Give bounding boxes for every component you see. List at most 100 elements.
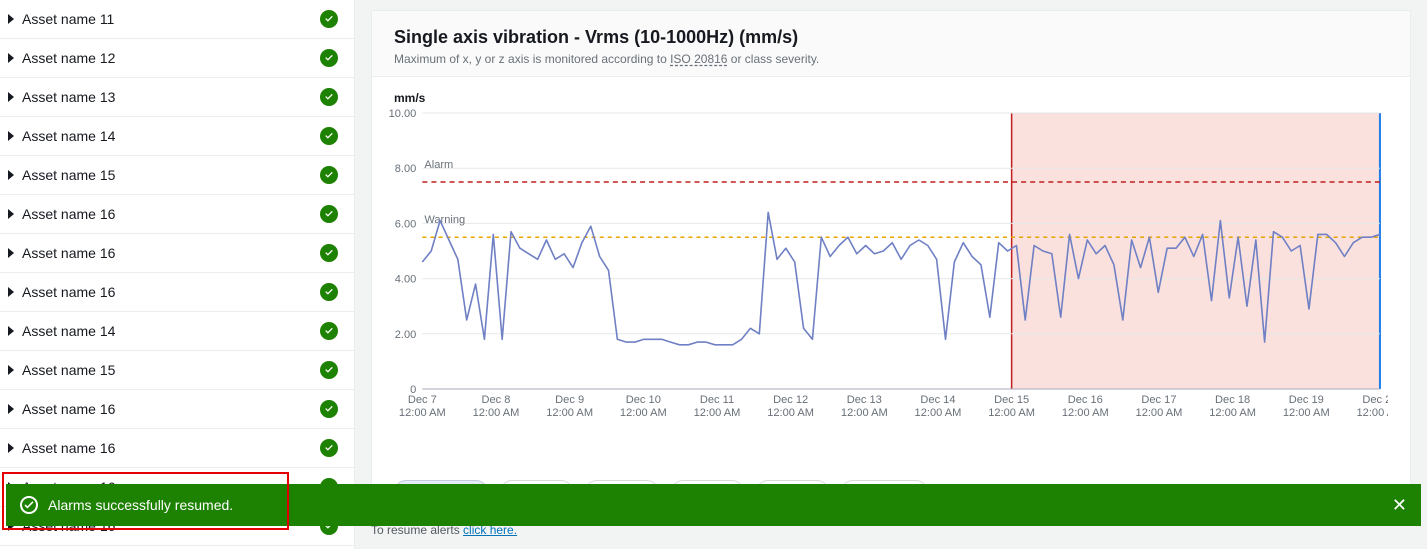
toast-message: Alarms successfully resumed. <box>48 497 233 513</box>
asset-row[interactable]: Asset name 15 <box>0 156 354 195</box>
status-ok-icon <box>320 283 338 301</box>
asset-name: Asset name 16 <box>22 245 115 261</box>
asset-row-left: Asset name 14 <box>8 323 115 339</box>
asset-row-left: Asset name 16 <box>8 284 115 300</box>
asset-name: Asset name 12 <box>22 50 115 66</box>
svg-text:Dec 16: Dec 16 <box>1068 394 1103 406</box>
asset-row-left: Asset name 16 <box>8 401 115 417</box>
svg-text:Dec 17: Dec 17 <box>1141 394 1176 406</box>
caret-right-icon <box>8 287 14 297</box>
svg-text:12:00 AM: 12:00 AM <box>399 407 446 419</box>
asset-row[interactable]: Asset name 16 <box>0 273 354 312</box>
svg-text:Dec 20: Dec 20 <box>1362 394 1388 406</box>
status-ok-icon <box>320 10 338 28</box>
svg-text:Dec 14: Dec 14 <box>920 394 955 406</box>
asset-name: Asset name 15 <box>22 362 115 378</box>
asset-row[interactable]: Asset name 14 <box>0 312 354 351</box>
asset-row[interactable]: Asset name 16 <box>0 234 354 273</box>
asset-name: Asset name 15 <box>22 167 115 183</box>
svg-text:Dec 19: Dec 19 <box>1289 394 1324 406</box>
caret-right-icon <box>8 326 14 336</box>
svg-text:8.00: 8.00 <box>395 163 417 175</box>
asset-row-left: Asset name 15 <box>8 362 115 378</box>
svg-text:2.00: 2.00 <box>395 329 417 341</box>
caret-right-icon <box>8 92 14 102</box>
check-circle-icon <box>20 496 38 514</box>
svg-text:4.00: 4.00 <box>395 274 417 286</box>
svg-text:12:00 AM: 12:00 AM <box>1062 407 1109 419</box>
asset-row[interactable]: Asset name 16 <box>0 429 354 468</box>
asset-row-left: Asset name 15 <box>8 167 115 183</box>
panel-subtitle: Maximum of x, y or z axis is monitored a… <box>394 52 1388 66</box>
iso-link[interactable]: ISO 20816 <box>670 52 727 66</box>
subtitle-pre: Maximum of x, y or z axis is monitored a… <box>394 52 670 66</box>
main-content: Single axis vibration - Vrms (10-1000Hz)… <box>355 0 1427 549</box>
svg-text:12:00 AM: 12:00 AM <box>546 407 593 419</box>
svg-text:Dec 7: Dec 7 <box>408 394 437 406</box>
asset-row-left: Asset name 12 <box>8 50 115 66</box>
caret-right-icon <box>8 131 14 141</box>
success-toast: Alarms successfully resumed. ✕ <box>6 484 1421 526</box>
asset-row[interactable]: Asset name 12 <box>0 39 354 78</box>
subtitle-post: or class severity. <box>727 52 819 66</box>
caret-right-icon <box>8 404 14 414</box>
status-ok-icon <box>320 244 338 262</box>
chart-area: mm/s 02.004.006.008.0010.00AlarmWarningD… <box>372 77 1410 476</box>
asset-name: Asset name 14 <box>22 323 115 339</box>
svg-text:12:00 AM: 12:00 AM <box>1357 407 1388 419</box>
asset-row[interactable]: Asset name 15 <box>0 351 354 390</box>
asset-name: Asset name 14 <box>22 128 115 144</box>
svg-text:12:00 AM: 12:00 AM <box>767 407 814 419</box>
svg-text:12:00 AM: 12:00 AM <box>841 407 888 419</box>
svg-text:Alarm: Alarm <box>424 159 453 171</box>
caret-right-icon <box>8 53 14 63</box>
asset-row-left: Asset name 11 <box>8 11 114 27</box>
svg-text:6.00: 6.00 <box>395 218 417 230</box>
svg-text:Dec 15: Dec 15 <box>994 394 1029 406</box>
svg-text:Dec 10: Dec 10 <box>626 394 661 406</box>
asset-name: Asset name 16 <box>22 284 115 300</box>
asset-row[interactable]: Asset name 13 <box>0 78 354 117</box>
svg-text:12:00 AM: 12:00 AM <box>915 407 962 419</box>
svg-text:Dec 18: Dec 18 <box>1215 394 1250 406</box>
svg-text:12:00 AM: 12:00 AM <box>1209 407 1256 419</box>
asset-row-left: Asset name 16 <box>8 206 115 222</box>
asset-row[interactable]: Asset name 11 <box>0 0 354 39</box>
caret-right-icon <box>8 443 14 453</box>
asset-row[interactable]: Asset name 14 <box>0 117 354 156</box>
y-axis-label: mm/s <box>394 91 1388 105</box>
asset-row[interactable]: Asset name 16 <box>0 195 354 234</box>
asset-name: Asset name 16 <box>22 440 115 456</box>
status-ok-icon <box>320 361 338 379</box>
asset-name: Asset name 16 <box>22 401 115 417</box>
panel-header: Single axis vibration - Vrms (10-1000Hz)… <box>372 11 1410 77</box>
svg-text:Dec 11: Dec 11 <box>700 394 734 406</box>
svg-text:12:00 AM: 12:00 AM <box>1136 407 1183 419</box>
asset-row[interactable]: Asset name 16 <box>0 390 354 429</box>
svg-text:Dec 12: Dec 12 <box>773 394 808 406</box>
status-ok-icon <box>320 88 338 106</box>
svg-text:Warning: Warning <box>424 214 465 226</box>
status-ok-icon <box>320 127 338 145</box>
status-ok-icon <box>320 400 338 418</box>
status-ok-icon <box>320 205 338 223</box>
toast-content: Alarms successfully resumed. <box>20 496 233 514</box>
asset-name: Asset name 13 <box>22 89 115 105</box>
caret-right-icon <box>8 170 14 180</box>
svg-text:12:00 AM: 12:00 AM <box>473 407 520 419</box>
asset-row-left: Asset name 13 <box>8 89 115 105</box>
caret-right-icon <box>8 248 14 258</box>
svg-text:10.00: 10.00 <box>389 108 417 120</box>
svg-text:12:00 AM: 12:00 AM <box>620 407 667 419</box>
asset-row-left: Asset name 14 <box>8 128 115 144</box>
status-ok-icon <box>320 439 338 457</box>
svg-text:Dec 13: Dec 13 <box>847 394 882 406</box>
caret-right-icon <box>8 14 14 24</box>
status-ok-icon <box>320 322 338 340</box>
svg-text:Dec 9: Dec 9 <box>555 394 584 406</box>
caret-right-icon <box>8 365 14 375</box>
close-icon[interactable]: ✕ <box>1392 496 1407 514</box>
vibration-panel: Single axis vibration - Vrms (10-1000Hz)… <box>371 10 1411 515</box>
svg-text:12:00 AM: 12:00 AM <box>694 407 741 419</box>
asset-name: Asset name 16 <box>22 206 115 222</box>
